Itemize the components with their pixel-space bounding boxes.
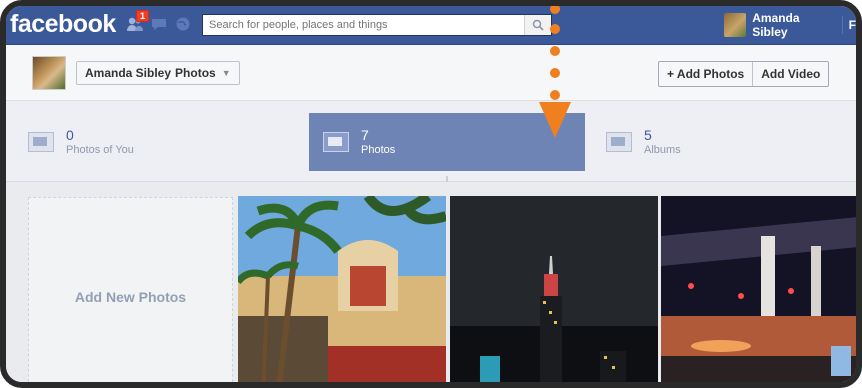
add-video-button[interactable]: Add Video [753,62,828,86]
tab-count: 5 [644,127,652,143]
tab-count: 0 [66,127,74,143]
tab-albums[interactable]: 5 Albums [606,113,856,171]
photo-thumbnail[interactable] [238,196,446,382]
profile-avatar[interactable] [32,56,66,90]
photo-stats-tabs: 0 Photos of You 7 Photos 5 Albums [6,101,856,182]
top-navigation-bar: facebook 1 Amanda Sibley F [6,6,856,45]
notification-jewels: 1 [126,10,192,32]
tab-label: Albums [644,144,681,156]
city-skyline-photo [450,196,658,382]
annotation-dotted-line [550,6,562,116]
search-button[interactable] [524,15,551,35]
user-name[interactable]: Amanda Sibley [752,11,832,39]
tab-label: Photos of You [66,144,134,156]
tab-count: 7 [361,127,369,143]
globe-notifications-icon[interactable] [174,16,192,32]
breadcrumb-section[interactable]: Photos [175,66,216,80]
photo-stack-icon [28,132,54,152]
breadcrumb-name[interactable]: Amanda Sibley [85,66,171,80]
friend-requests-badge: 1 [136,10,150,22]
facebook-logo[interactable]: facebook [10,10,116,39]
search-box [202,14,552,36]
album-icon [606,132,632,152]
photo-thumbnail[interactable] [450,196,658,382]
event-hall-photo [661,196,856,382]
search-icon [532,19,544,31]
add-new-photos-tile[interactable]: Add New Photos [28,197,233,382]
home-link[interactable]: F [849,18,856,32]
add-photos-button[interactable]: + Add Photos [659,62,754,86]
avatar[interactable] [724,13,747,37]
beach-boardwalk-photo [238,196,446,382]
friend-requests-icon[interactable]: 1 [126,10,150,32]
photo-grid: Add New Photos [6,182,856,382]
window-frame: facebook 1 Amanda Sibley F [0,0,862,388]
photo-stack-icon [323,132,349,152]
tab-photos-of-you[interactable]: 0 Photos of You [28,113,298,171]
chevron-down-icon[interactable]: ▼ [222,68,231,78]
divider [841,16,843,34]
breadcrumb[interactable]: Amanda Sibley Photos ▼ [76,61,240,85]
media-actions: + Add Photos Add Video [658,61,830,87]
search-input[interactable] [203,15,525,35]
photos-header: Amanda Sibley Photos ▼ + Add Photos Add … [6,45,856,101]
tab-label: Photos [361,144,396,156]
user-menu[interactable]: Amanda Sibley F [724,11,856,39]
annotation-arrow-icon [539,102,571,138]
photo-thumbnail[interactable] [661,196,856,382]
messages-icon[interactable] [150,16,168,32]
